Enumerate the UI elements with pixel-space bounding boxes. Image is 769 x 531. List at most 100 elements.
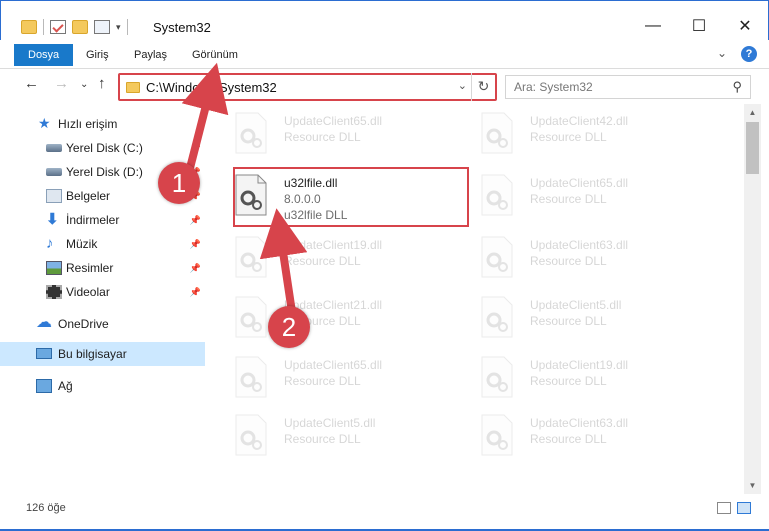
drive-icon <box>46 144 62 152</box>
forward-button[interactable]: → <box>54 75 69 92</box>
sidebar-item-videos[interactable]: Videolar 📌 <box>0 280 205 304</box>
dll-file-icon <box>481 356 513 398</box>
sidebar-item-local-disk-c[interactable]: Yerel Disk (C:) 📌 <box>0 136 205 160</box>
address-dropdown-icon[interactable]: ⌄ <box>458 79 467 92</box>
file-item[interactable]: UpdateClient19.dll Resource DLL <box>456 352 690 408</box>
pin-icon[interactable]: 📌 <box>190 239 201 250</box>
file-type: Resource DLL <box>530 130 607 144</box>
sidebar-item-quick-access[interactable]: ★ Hızlı erişim <box>0 112 205 136</box>
file-type: Resource DLL <box>284 254 361 268</box>
ribbon-tabs: Dosya Giriş Paylaş Görünüm ⌄ ? <box>0 44 769 66</box>
file-type: Resource DLL <box>530 374 607 388</box>
sidebar-item-downloads[interactable]: ⬇ İndirmeler 📌 <box>0 208 205 232</box>
sidebar-item-music[interactable]: ♪ Müzik 📌 <box>0 232 205 256</box>
tab-file[interactable]: Dosya <box>14 44 74 66</box>
dll-file-icon <box>235 414 267 456</box>
file-item[interactable]: UpdateClient65.dll Resource DLL <box>456 170 690 226</box>
pin-icon[interactable]: 📌 <box>190 215 201 226</box>
file-item[interactable]: UpdateClient65.dll Resource DLL <box>210 108 444 164</box>
close-button[interactable]: ✕ <box>722 11 768 41</box>
sidebar-item-pictures[interactable]: Resimler 📌 <box>0 256 205 280</box>
pin-icon[interactable]: 📌 <box>190 143 201 154</box>
file-item[interactable]: UpdateClient5.dll Resource DLL <box>210 410 444 466</box>
folder-icon[interactable] <box>21 20 37 34</box>
videos-icon <box>46 285 62 299</box>
address-bar[interactable]: C:\Windows\System32 ⌄ ↻ <box>118 73 497 101</box>
dll-file-icon <box>481 174 513 216</box>
large-icons-view-icon[interactable] <box>737 502 751 514</box>
search-input[interactable]: Ara: System32 ⚲ <box>505 75 751 99</box>
file-highlight-box <box>233 167 469 227</box>
file-name: UpdateClient19.dll <box>530 358 629 372</box>
window-controls: — ☐ ✕ <box>630 11 768 41</box>
file-type: Resource DLL <box>530 314 607 328</box>
title-bar: ▾ System32 — ☐ ✕ <box>0 0 769 40</box>
sidebar-item-onedrive[interactable]: ☁ OneDrive <box>0 312 205 336</box>
file-item[interactable]: UpdateClient63.dll Resource DLL <box>456 232 690 288</box>
back-button[interactable]: ← <box>24 75 39 92</box>
toolbar-dropdown-icon[interactable]: ▾ <box>116 22 121 33</box>
vertical-scrollbar[interactable]: ▲ ▼ <box>744 104 761 494</box>
item-count: 126 öğe <box>26 502 66 514</box>
file-list: UpdateClient65.dll Resource DLL u32lfile… <box>208 104 744 494</box>
customize-toolbar-icon[interactable] <box>94 20 110 34</box>
dll-file-icon <box>235 296 267 338</box>
window-title: System32 <box>153 20 211 35</box>
pin-icon[interactable]: 📌 <box>190 287 201 298</box>
pin-icon[interactable]: 📌 <box>190 263 201 274</box>
file-name: UpdateClient5.dll <box>530 298 622 312</box>
downloads-icon: ⬇ <box>46 211 59 228</box>
sidebar-item-label: Belgeler <box>66 189 111 203</box>
scroll-down-arrow-icon[interactable]: ▼ <box>744 477 761 494</box>
sidebar-item-label: Videolar <box>66 285 110 299</box>
sidebar-item-network[interactable]: Ağ <box>0 374 205 398</box>
sidebar-item-label: Hızlı erişim <box>58 117 118 131</box>
recent-locations-button[interactable]: ⌄ <box>80 79 88 90</box>
file-name: UpdateClient19.dll <box>284 238 383 252</box>
file-type: Resource DLL <box>530 192 607 206</box>
sidebar-item-this-pc[interactable]: Bu bilgisayar <box>0 342 205 366</box>
maximize-button[interactable]: ☐ <box>676 11 722 41</box>
ribbon-right-controls: ⌄ ? <box>717 46 757 62</box>
details-view-icon[interactable] <box>717 502 731 514</box>
status-bar: 126 öğe <box>0 498 769 520</box>
file-item[interactable]: UpdateClient21.dll Resource DLL <box>210 292 444 348</box>
sidebar-item-label: Resimler <box>66 261 114 275</box>
tab-home[interactable]: Giriş <box>72 44 123 66</box>
tab-view[interactable]: Görünüm <box>178 44 252 66</box>
address-row: ← → ⌄ ↑ C:\Windows\System32 ⌄ ↻ Ara: Sys… <box>0 68 769 102</box>
help-icon[interactable]: ? <box>741 46 757 62</box>
scrollbar-thumb[interactable] <box>746 122 759 174</box>
search-icon[interactable]: ⚲ <box>732 79 742 95</box>
file-item[interactable]: UpdateClient63.dll Resource DLL <box>456 410 690 466</box>
minimize-button[interactable]: — <box>630 11 676 41</box>
file-item[interactable]: UpdateClient19.dll Resource DLL <box>210 232 444 288</box>
sidebar-item-label: Bu bilgisayar <box>58 347 127 361</box>
music-icon: ♪ <box>46 235 54 252</box>
file-name: UpdateClient65.dll <box>284 358 383 372</box>
file-type: Resource DLL <box>284 432 361 446</box>
file-item[interactable]: UpdateClient65.dll Resource DLL <box>210 352 444 408</box>
file-name: UpdateClient63.dll <box>530 416 629 430</box>
view-toggle <box>717 502 751 514</box>
sidebar-item-label: Müzik <box>66 237 98 251</box>
dll-file-icon <box>235 236 267 278</box>
tab-share[interactable]: Paylaş <box>120 44 181 66</box>
network-icon <box>36 379 52 393</box>
file-item[interactable]: UpdateClient5.dll Resource DLL <box>456 292 690 348</box>
scroll-up-arrow-icon[interactable]: ▲ <box>744 104 761 121</box>
up-button[interactable]: ↑ <box>98 75 106 92</box>
refresh-button[interactable]: ↻ <box>471 73 495 101</box>
sidebar-item-label: Ağ <box>58 379 73 393</box>
documents-icon <box>46 189 62 203</box>
expand-ribbon-icon[interactable]: ⌄ <box>717 46 727 62</box>
dll-file-icon <box>481 112 513 154</box>
drive-icon <box>46 168 62 176</box>
address-path[interactable]: C:\Windows\System32 <box>146 80 277 95</box>
dll-file-icon <box>481 296 513 338</box>
file-item[interactable]: UpdateClient42.dll Resource DLL <box>456 108 690 164</box>
new-folder-icon[interactable] <box>72 20 88 34</box>
properties-check-icon[interactable] <box>50 20 66 34</box>
file-name: UpdateClient65.dll <box>530 176 629 190</box>
sidebar-item-label: Yerel Disk (D:) <box>66 165 143 179</box>
